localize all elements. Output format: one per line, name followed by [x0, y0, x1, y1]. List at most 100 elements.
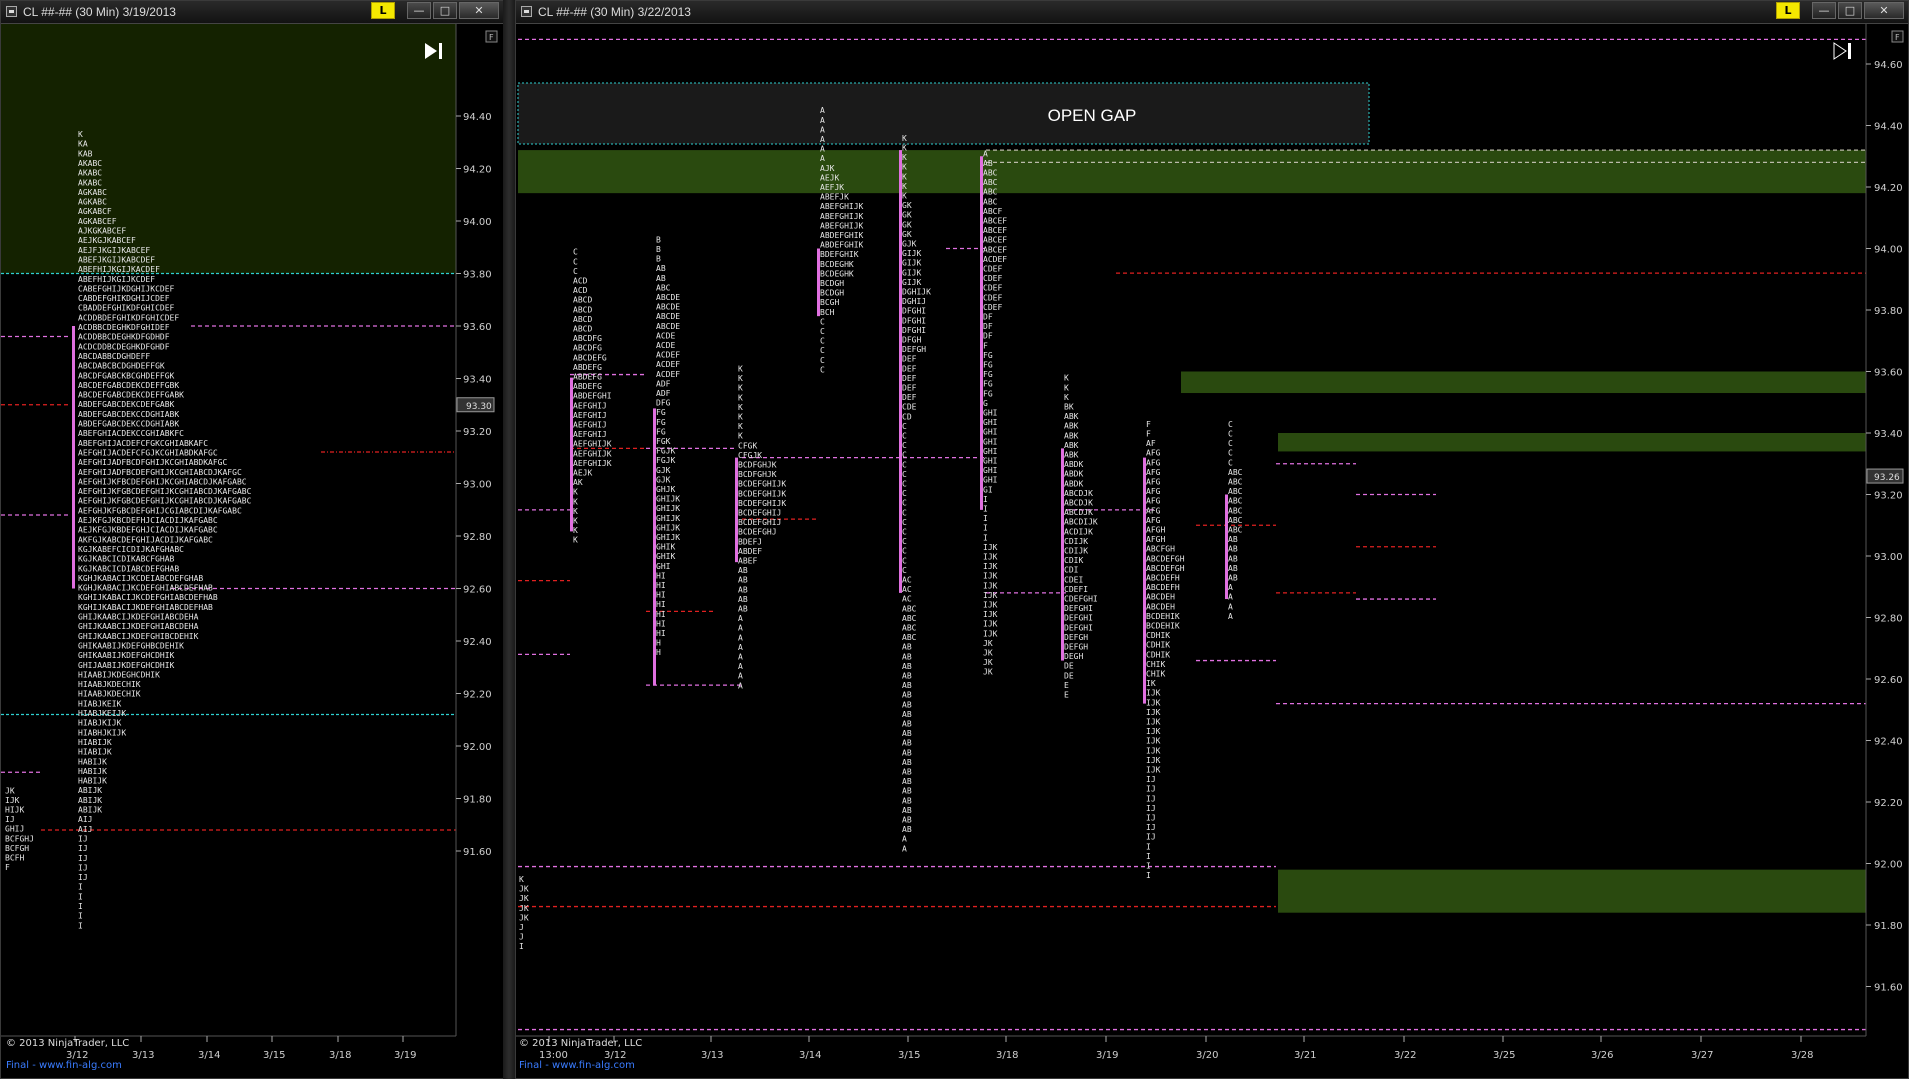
profile-row: KGJKABCICDIABCDEFGHAB [78, 564, 179, 573]
profile-row: AB [1228, 554, 1238, 563]
profile-row: ABIJK [78, 806, 102, 815]
profile-row: IJK [983, 591, 998, 600]
profile-row: AEFGHIJK [573, 459, 612, 468]
profile-row: GHI [983, 466, 998, 475]
profile-row: AFG [1146, 487, 1161, 496]
chart-window-right[interactable]: CL ##-## (30 Min) 3/22/2013 L — □ ✕ OPEN… [515, 0, 1909, 1079]
play-end-bar [1848, 43, 1851, 59]
profile-row: A [820, 154, 825, 163]
value-area-bar [72, 326, 75, 589]
profile-row: A [738, 662, 743, 671]
chart-window-icon [521, 6, 532, 17]
profile-row: AJKGKABCEF [78, 227, 126, 236]
profile-row: ACDEF [656, 370, 680, 379]
link-button[interactable]: L [1776, 2, 1800, 19]
date-tick-label: 3/13 [132, 1050, 154, 1061]
price-tick-label: 93.60 [463, 322, 492, 333]
profile-row: AEJKFGJKBCDEFHJCIACDIJKAFGABC [78, 516, 218, 525]
profile-row: KA [78, 140, 88, 149]
profile-row: BCH [820, 308, 835, 317]
profile-row: AB [902, 825, 912, 834]
profile-row: DEFGHI [1064, 604, 1093, 613]
profile-row: A [1228, 602, 1233, 611]
profile-row: GHIJK [656, 495, 680, 504]
profile-row: CABEFGHIJKDGHIJKCDEF [78, 284, 175, 293]
profile-row: FG [983, 360, 993, 369]
minimize-button[interactable] [397, 2, 405, 19]
price-tick-label: 92.20 [1874, 798, 1903, 809]
profile-row: CDEF [983, 264, 1002, 273]
price-tick-label: 92.60 [1874, 675, 1903, 686]
profile-row: ABEFJK [820, 193, 849, 202]
profile-row: HIJK [5, 805, 24, 814]
title-bar[interactable]: CL ##-## (30 Min) 3/22/2013 L — □ ✕ [516, 1, 1908, 24]
profile-row: AB [902, 652, 912, 661]
profile-row: GHI [983, 408, 998, 417]
profile-row: ABK [1064, 451, 1079, 460]
profile-row: ABCDFGABCKBCGHDEFFGK [78, 371, 175, 380]
profile-row: K [738, 393, 743, 402]
profile-row: C [902, 431, 907, 440]
price-tick-label: 93.80 [1874, 306, 1903, 317]
minimize-icon-button[interactable]: — [407, 2, 431, 19]
profile-row: IJ [1146, 775, 1156, 784]
profile-row: AIJ [78, 825, 92, 834]
market-profile-chart-right[interactable]: OPEN GAPCCCACDACDABCDABCDABCDABCDABCDFGA… [516, 24, 1909, 1079]
profile-row: J [519, 923, 524, 932]
profile-row: GHIJKAABCIJKDEFGHIABCDEHA [78, 613, 199, 622]
title-bar[interactable]: CL ##-## (30 Min) 3/19/2013 L — □ ✕ [1, 1, 503, 24]
profile-row: ABCEF [983, 245, 1007, 254]
profile-row: I [519, 942, 524, 951]
close-button[interactable]: ✕ [459, 2, 499, 19]
profile-row: F [1146, 420, 1151, 429]
maximize-button[interactable]: □ [433, 2, 457, 19]
window-splitter[interactable] [503, 0, 515, 1079]
profile-row: ABCDEH [1146, 593, 1175, 602]
chart-window-left[interactable]: CL ##-## (30 Min) 3/19/2013 L — □ ✕ K KA K… [0, 0, 504, 1079]
profile-row: C [1228, 458, 1233, 467]
date-tick-label: 3/14 [198, 1050, 220, 1061]
profile-row: GJK [656, 466, 671, 475]
profile-row: CFGK [738, 441, 757, 450]
profile-row: CDEI [1064, 575, 1083, 584]
minimize-button[interactable] [1802, 2, 1810, 19]
profile-row: CDHIK [1146, 641, 1170, 650]
profile-row: JK [519, 885, 529, 894]
profile-row: JK [519, 913, 529, 922]
price-tick-label: 92.20 [463, 690, 492, 701]
profile-row: HABIJK [78, 767, 107, 776]
footer-link[interactable]: Final - www.fin-alg.com [6, 1060, 122, 1071]
profile-row: AB [738, 605, 748, 614]
profile-row: ABDEFGABCDEKCDEFGABK [78, 400, 175, 409]
profile-row: I [78, 892, 83, 901]
maximize-button[interactable]: □ [1838, 2, 1862, 19]
profile-row: ABCEF [983, 236, 1007, 245]
profile-row: AEFGHIJK [573, 440, 612, 449]
profile-row: ACDEF [656, 351, 680, 360]
profile-row: ABCDEFH [1146, 583, 1180, 592]
profile-row: AFG [1146, 449, 1161, 458]
footer-link[interactable]: Final - www.fin-alg.com [519, 1060, 635, 1071]
profile-row: A [1228, 612, 1233, 621]
profile-row: K [902, 143, 907, 152]
minimize-icon-button[interactable]: — [1812, 2, 1836, 19]
close-button[interactable]: ✕ [1864, 2, 1904, 19]
link-button[interactable]: L [371, 2, 395, 19]
profile-row: ABCDJK [1064, 499, 1093, 508]
profile-row: AB [902, 767, 912, 776]
profile-row: ABDEFGABCDEKCCDGHIABK [78, 420, 179, 429]
profile-row: ABCDE [656, 303, 680, 312]
profile-row: B [656, 235, 661, 244]
profile-row: CDEF [983, 303, 1002, 312]
profile-row: KAB [78, 149, 93, 158]
profile-row: H [656, 639, 661, 648]
profile-row: K [573, 507, 578, 516]
green-zone-bottom [1278, 869, 1866, 913]
profile-row: ABC [983, 197, 998, 206]
profile-row: AEFGHIJADFBCDEFGHIJKCGHIABCDJKAFGC [78, 468, 242, 477]
play-end-bar [439, 43, 442, 59]
profile-row: BCGH [820, 298, 839, 307]
market-profile-chart-left[interactable]: KKAKABAKABCAKABCAKABCAGKABCAGKABCAGKABCF… [1, 24, 504, 1079]
profile-row: GHIKAABIJKDEFGHCDHIK [78, 651, 175, 660]
profile-row: BCDFGHJK [738, 470, 777, 479]
